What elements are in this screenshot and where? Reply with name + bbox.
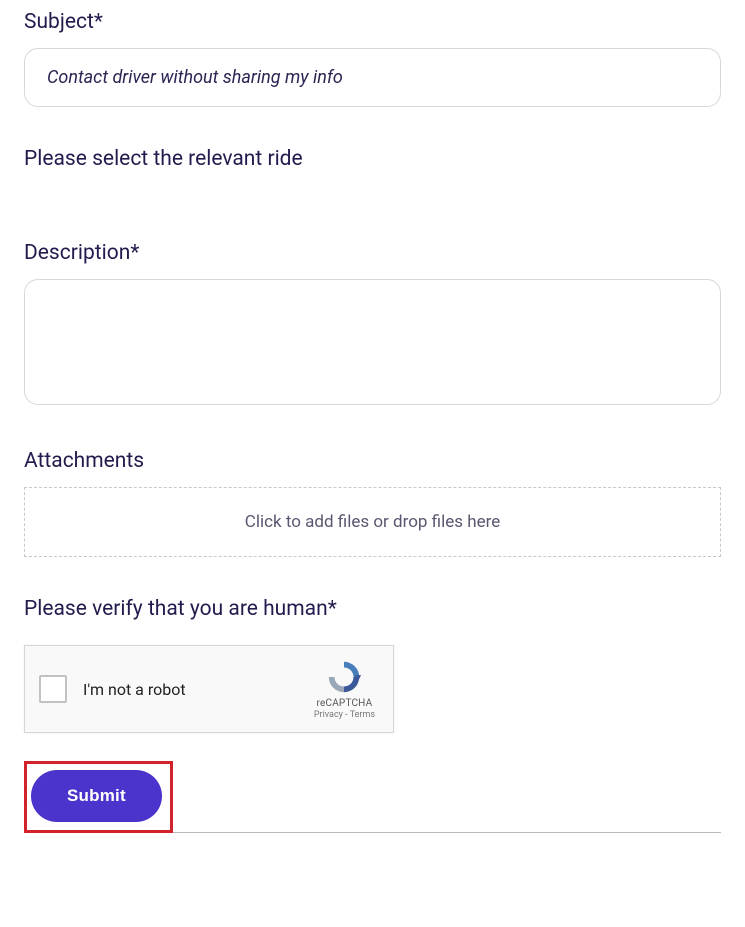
footer-divider	[173, 832, 721, 833]
recaptcha-separator: -	[343, 710, 350, 720]
recaptcha-brand-text: reCAPTCHA	[317, 698, 373, 709]
captcha-label: Please verify that you are human*	[24, 597, 721, 621]
recaptcha-links: Privacy - Terms	[314, 710, 375, 720]
attachments-label: Attachments	[24, 449, 721, 473]
description-label: Description*	[24, 241, 721, 265]
attachments-dropzone[interactable]: Click to add files or drop files here	[24, 487, 721, 557]
subject-label: Subject*	[24, 10, 721, 34]
recaptcha-box: I'm not a robot reCAPTCHA Privacy - Term…	[24, 645, 394, 733]
recaptcha-terms-link[interactable]: Terms	[350, 710, 375, 720]
recaptcha-checkbox-label: I'm not a robot	[83, 680, 186, 699]
recaptcha-privacy-link[interactable]: Privacy	[314, 710, 343, 720]
recaptcha-checkbox[interactable]	[39, 675, 67, 703]
submit-highlight-box: Submit	[24, 761, 173, 833]
description-textarea[interactable]	[24, 279, 721, 405]
submit-button[interactable]: Submit	[31, 770, 162, 822]
ride-label: Please select the relevant ride	[24, 147, 721, 171]
recaptcha-icon	[325, 658, 363, 696]
recaptcha-branding: reCAPTCHA Privacy - Terms	[314, 658, 379, 720]
subject-input[interactable]	[24, 48, 721, 107]
